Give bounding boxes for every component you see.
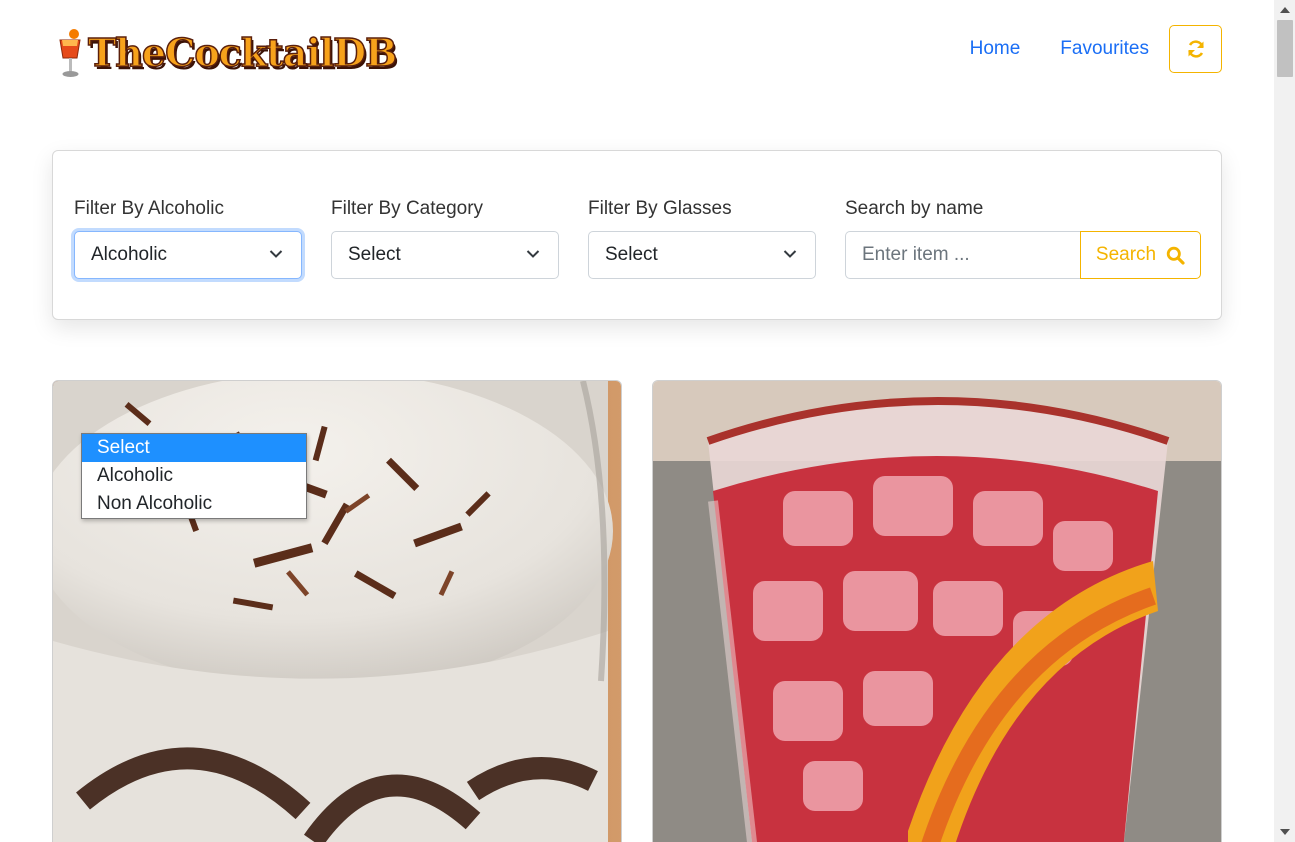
search-input[interactable] (845, 231, 1080, 279)
refresh-button[interactable] (1169, 25, 1222, 73)
search-icon (1166, 246, 1185, 265)
main-nav: Home Favourites (970, 25, 1222, 73)
filter-panel: Filter By Alcoholic Alcoholic Filter By … (52, 150, 1222, 320)
page-scrollbar[interactable] (1274, 0, 1295, 842)
cocktail-image (653, 381, 1221, 842)
category-filter-group: Filter By Category Select (331, 197, 559, 279)
category-filter-select[interactable]: Select (331, 231, 559, 279)
nav-home-link[interactable]: Home (970, 38, 1021, 60)
search-button[interactable]: Search (1080, 231, 1201, 279)
dropdown-option-non-alcoholic[interactable]: Non Alcoholic (82, 490, 306, 518)
logo-text: TheCocktailDB (87, 29, 398, 76)
nav-favourites-link[interactable]: Favourites (1060, 38, 1149, 60)
search-button-label: Search (1095, 244, 1157, 265)
cocktail-card[interactable] (652, 380, 1222, 842)
category-filter-label: Filter By Category (331, 198, 484, 219)
alcoholic-dropdown-list: Select Alcoholic Non Alcoholic (81, 433, 307, 519)
alcoholic-filter-value: Alcoholic (91, 244, 168, 265)
chevron-down-icon (783, 250, 797, 258)
scroll-down-arrow-icon[interactable] (1280, 829, 1290, 835)
glasses-filter-value: Select (605, 244, 658, 265)
refresh-icon (1187, 40, 1204, 58)
search-bar: Search (845, 231, 1201, 279)
scroll-up-arrow-icon[interactable] (1280, 7, 1290, 13)
scrollbar-thumb[interactable] (1277, 20, 1293, 77)
cocktail-glass-icon (56, 28, 84, 78)
glasses-filter-label: Filter By Glasses (588, 198, 732, 219)
glasses-filter-group: Filter By Glasses Select (588, 197, 816, 279)
chevron-down-icon (526, 250, 540, 258)
glasses-filter-select[interactable]: Select (588, 231, 816, 279)
alcoholic-filter-label: Filter By Alcoholic (74, 198, 224, 219)
dropdown-option-alcoholic[interactable]: Alcoholic (82, 462, 306, 490)
dropdown-option-select[interactable]: Select (82, 434, 306, 462)
search-group: Search by name Search (845, 197, 1201, 279)
site-logo[interactable]: TheCocktailDB (56, 26, 422, 80)
category-filter-value: Select (348, 244, 401, 265)
alcoholic-filter-group: Filter By Alcoholic Alcoholic (74, 197, 302, 279)
chevron-down-icon (269, 250, 283, 258)
alcoholic-filter-select[interactable]: Alcoholic (74, 231, 302, 279)
search-label: Search by name (845, 198, 984, 219)
